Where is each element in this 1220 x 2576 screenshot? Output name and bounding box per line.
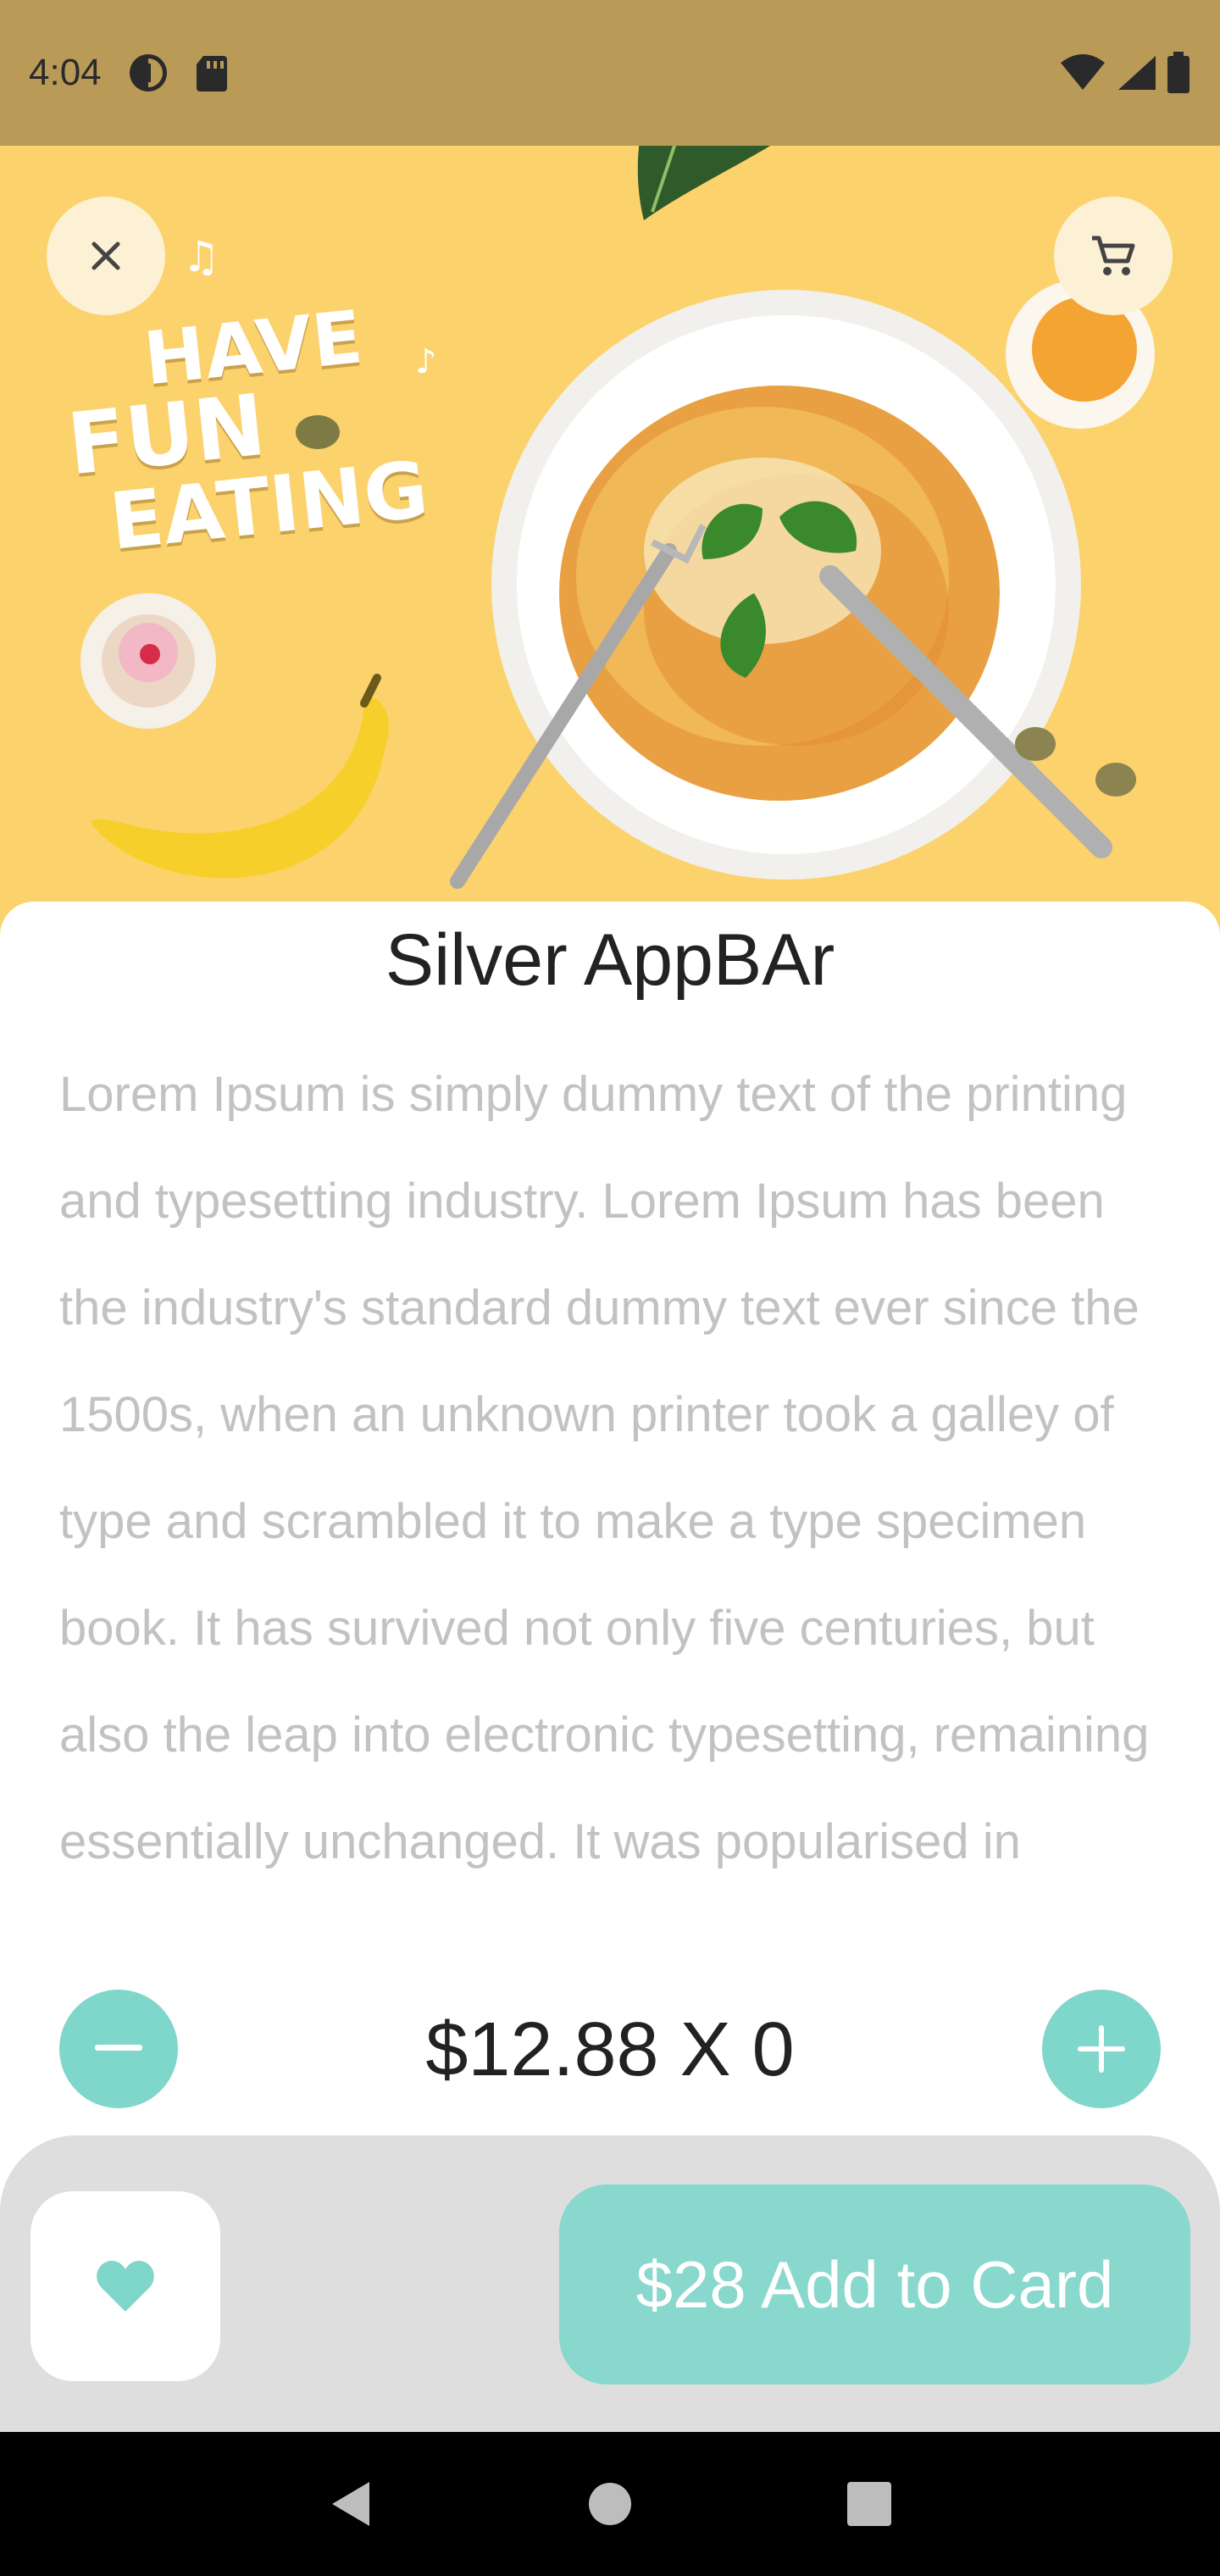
product-title: Silver AppBAr bbox=[385, 919, 835, 1001]
sd-card-icon bbox=[195, 54, 229, 92]
cart-icon bbox=[1092, 236, 1135, 275]
bottom-action-panel: $28 Add to Card bbox=[0, 2135, 1220, 2432]
battery-icon bbox=[1166, 52, 1191, 94]
banner-text: HAVE FUN EATING bbox=[57, 295, 432, 568]
home-icon[interactable] bbox=[586, 2480, 634, 2528]
heart-icon bbox=[97, 2261, 154, 2312]
wifi-icon bbox=[1059, 54, 1106, 92]
svg-text:♫: ♫ bbox=[182, 232, 220, 281]
recents-icon[interactable] bbox=[846, 2480, 893, 2528]
favorite-button[interactable] bbox=[30, 2191, 220, 2381]
navigation-bar bbox=[0, 2432, 1220, 2576]
signal-icon bbox=[1115, 54, 1157, 92]
close-button[interactable] bbox=[47, 197, 165, 315]
price-quantity: $12.88 X 0 bbox=[425, 2007, 795, 2092]
description-scroll[interactable]: Lorem Ipsum is simply dummy text of the … bbox=[59, 1041, 1178, 2016]
data-saver-icon bbox=[127, 52, 169, 94]
product-description: Lorem Ipsum is simply dummy text of the … bbox=[59, 1067, 1150, 1869]
svg-text:♪: ♪ bbox=[415, 342, 437, 381]
back-icon[interactable] bbox=[327, 2479, 374, 2529]
quantity-row: $12.88 X 0 bbox=[0, 1990, 1220, 2108]
increment-button[interactable] bbox=[1042, 1990, 1161, 2108]
status-bar: 4:04 bbox=[0, 0, 1220, 146]
add-to-cart-button[interactable]: $28 Add to Card bbox=[559, 2185, 1190, 2384]
close-icon bbox=[92, 242, 120, 270]
plus-icon bbox=[1078, 2025, 1125, 2073]
status-time: 4:04 bbox=[29, 52, 102, 93]
cart-button[interactable] bbox=[1054, 197, 1173, 315]
